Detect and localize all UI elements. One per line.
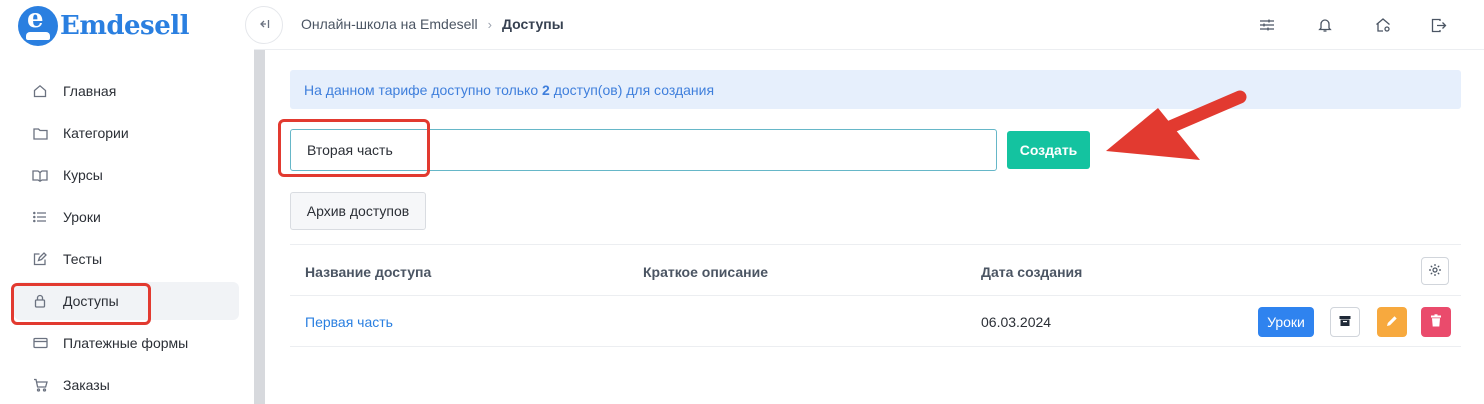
access-table: Название доступа Краткое описание Дата с… (290, 244, 1461, 347)
access-name-link[interactable]: Первая часть (305, 314, 393, 330)
list-icon (32, 209, 48, 225)
access-name-input[interactable] (290, 129, 997, 171)
sidebar-nav: Главная Категории Курсы Уроки Тесты Дост… (0, 70, 254, 404)
edit-icon (32, 251, 48, 267)
table-settings-button[interactable] (1421, 257, 1449, 285)
sidebar-item-access[interactable]: Доступы (0, 280, 254, 322)
folder-icon (32, 125, 48, 141)
bell-icon[interactable] (1316, 16, 1334, 34)
sidebar-item-payment-forms[interactable]: Платежные формы (0, 322, 254, 364)
gear-icon (1428, 263, 1442, 280)
alert-count: 2 (542, 82, 550, 98)
column-header-description: Краткое описание (643, 264, 768, 280)
pencil-icon (1386, 314, 1398, 330)
sidebar-item-categories[interactable]: Категории (0, 112, 254, 154)
sidebar-item-label: Главная (63, 83, 117, 99)
lessons-button[interactable]: Уроки (1258, 307, 1314, 337)
collapse-sidebar-button[interactable] (245, 6, 283, 44)
app-window: e Emdesell Главная Категории Курсы Уроки… (0, 0, 1484, 404)
sidebar-item-home[interactable]: Главная (0, 70, 254, 112)
archive-row-button[interactable] (1330, 307, 1360, 337)
chevron-right-icon: › (487, 16, 492, 32)
home-settings-icon[interactable] (1374, 16, 1392, 34)
sidebar-item-label: Доступы (63, 293, 119, 309)
sidebar-item-label: Платежные формы (63, 335, 189, 351)
cart-icon (32, 377, 48, 393)
sidebar-scrollbar[interactable] (254, 50, 265, 404)
edit-row-button[interactable] (1377, 307, 1407, 337)
trash-icon (1430, 314, 1442, 330)
sidebar-item-courses[interactable]: Курсы (0, 154, 254, 196)
sidebar-item-orders[interactable]: Заказы (0, 364, 254, 404)
main-content: На данном тарифе доступно только 2 досту… (265, 50, 1484, 404)
access-created-date: 06.03.2024 (981, 314, 1052, 330)
sidebar: e Emdesell Главная Категории Курсы Уроки… (0, 0, 254, 404)
sidebar-item-lessons[interactable]: Уроки (0, 196, 254, 238)
sidebar-item-label: Тесты (63, 251, 103, 267)
plan-limit-alert: На данном тарифе доступно только 2 досту… (290, 70, 1461, 109)
table-row: Первая часть 06.03.2024 Уроки (290, 296, 1461, 347)
lock-icon (32, 293, 48, 309)
sidebar-item-label: Заказы (63, 377, 110, 393)
breadcrumb-current: Доступы (501, 16, 564, 32)
create-button[interactable]: Создать (1007, 131, 1090, 169)
sidebar-item-label: Категории (63, 125, 129, 141)
alert-suffix: доступ(ов) для создания (549, 82, 715, 98)
credit-card-icon (32, 335, 48, 351)
logo[interactable]: e Emdesell (18, 4, 189, 46)
top-header: Онлайн-школа на Emdesell › Доступы (245, 0, 1484, 50)
table-header: Название доступа Краткое описание Дата с… (290, 244, 1461, 296)
logout-icon[interactable] (1430, 16, 1448, 34)
sidebar-item-label: Курсы (63, 167, 103, 183)
home-icon (32, 83, 48, 99)
column-header-name: Название доступа (305, 264, 432, 280)
sidebar-item-tests[interactable]: Тесты (0, 238, 254, 280)
breadcrumb: Онлайн-школа на Emdesell › Доступы (301, 16, 564, 32)
archive-access-button[interactable]: Архив доступов (290, 192, 426, 230)
collapse-left-icon (258, 18, 270, 33)
alert-prefix: На данном тарифе доступно только (304, 82, 543, 98)
breadcrumb-root[interactable]: Онлайн-школа на Emdesell (301, 16, 478, 32)
logo-icon: e (18, 4, 58, 46)
sidebar-item-label: Уроки (63, 209, 101, 225)
logo-text: Emdesell (60, 11, 189, 41)
delete-row-button[interactable] (1421, 307, 1451, 337)
archive-box-icon (1339, 314, 1351, 330)
column-header-date: Дата создания (981, 264, 1083, 280)
book-icon (32, 167, 48, 183)
settings-sliders-icon[interactable] (1258, 16, 1276, 34)
